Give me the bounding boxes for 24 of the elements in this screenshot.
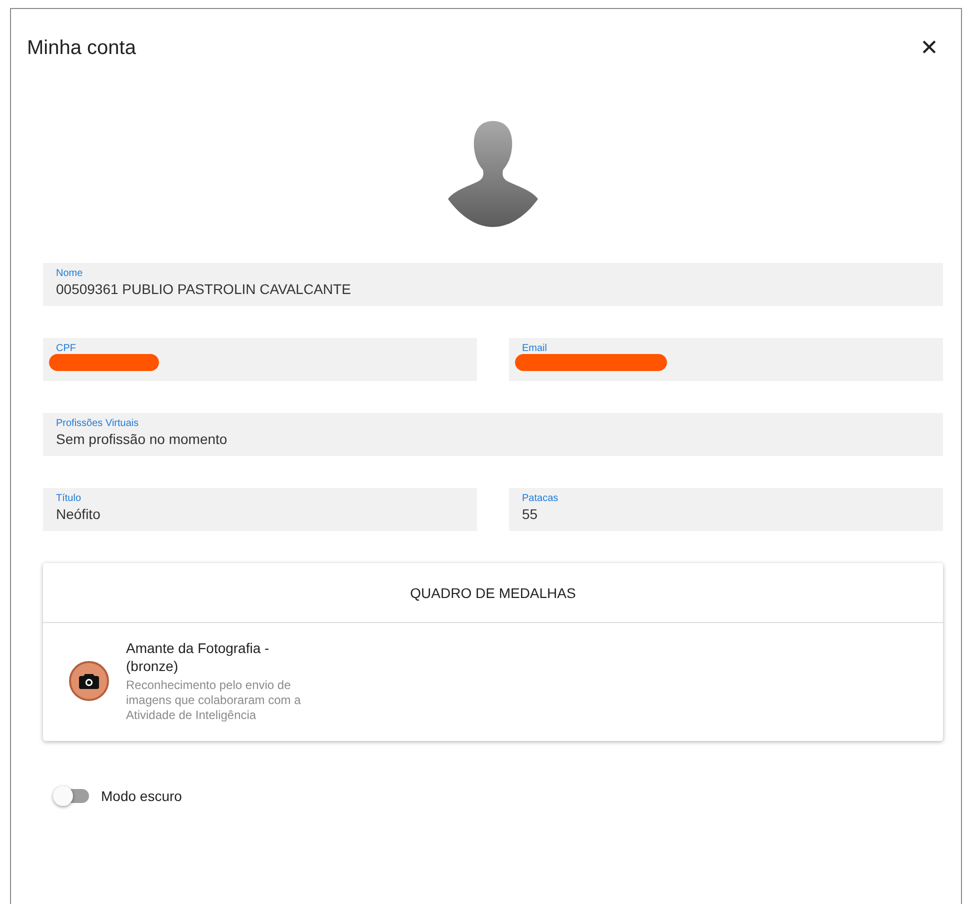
form-field[interactable]: Patacas 55	[509, 488, 943, 531]
dialog-title: Minha conta	[27, 36, 136, 60]
field-label: CPF	[56, 343, 77, 355]
field-label: Nome	[56, 268, 84, 280]
medal-description: Reconhecimento pelo envio de imagens que colaboraram com a Atividade de Inteligência	[126, 678, 302, 723]
field-value: 55	[522, 505, 539, 523]
form-field[interactable]: CPF	[43, 338, 477, 381]
field-value: Neófito	[56, 505, 102, 523]
field-label: Email	[522, 343, 548, 355]
card-title: QUADRO DE MEDALHAS	[43, 563, 943, 623]
field-value: 00509361 PUBLIO PASTROLIN CAVALCANTE	[56, 280, 352, 298]
field-label: Profissões Virtuais	[56, 418, 140, 430]
form-field[interactable]: Profissões Virtuais Sem profissão no momento	[43, 413, 943, 456]
medal-name: Amante da Fotografia - (bronze)	[126, 639, 270, 675]
form-field[interactable]: Título Neófito	[43, 488, 477, 531]
form-field[interactable]: Nome 00509361 PUBLIO PASTROLIN CAVALCANTE	[43, 263, 943, 306]
form-field[interactable]: Email	[509, 338, 943, 381]
avatar-icon	[448, 121, 538, 227]
field-value: Sem profissão no momento	[56, 430, 228, 448]
field-label: Título	[56, 493, 82, 505]
dark-mode-switch[interactable]	[53, 786, 89, 806]
switch-label: Modo escuro	[101, 788, 182, 804]
field-label: Patacas	[522, 493, 560, 505]
close-button[interactable]: ✕	[916, 37, 942, 59]
